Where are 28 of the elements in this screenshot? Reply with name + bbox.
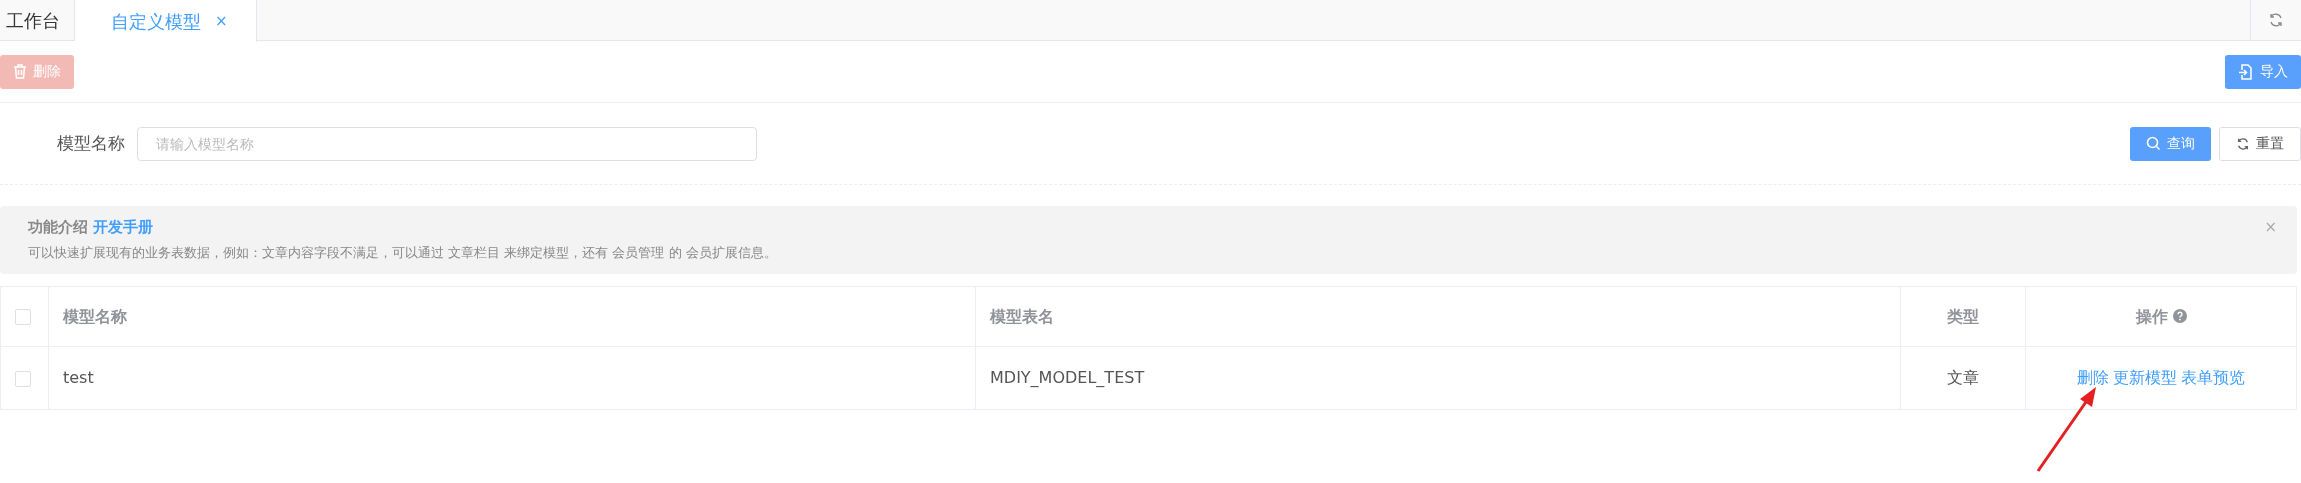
table-cell: 文章 [1947, 368, 1979, 387]
tab[interactable]: 自定义模型 × [75, 0, 257, 42]
refresh-icon [2236, 136, 2250, 151]
field-label: 模型名称 [57, 131, 125, 155]
import-button[interactable]: 导入 [2225, 54, 2301, 89]
close-icon[interactable]: × [2264, 216, 2277, 239]
refresh-icon[interactable] [2268, 12, 2284, 28]
column-header: 模型名称 [63, 306, 127, 326]
notice-text: 可以快速扩展现有的业务表数据，例如：文章内容字段不满足，可以通过 文章栏目 来绑定模型，还有 会员管理 的 会员扩展信息。 [28, 243, 778, 262]
action-link[interactable]: 删除 [2077, 368, 2109, 387]
notice-title: 功能介绍 [28, 218, 88, 236]
import-icon [2238, 63, 2254, 80]
checkbox[interactable] [15, 309, 31, 325]
reset-button[interactable]: 重置 [2219, 126, 2301, 161]
search-field[interactable]: 请输入模型名称 [137, 126, 757, 161]
action-link[interactable]: 更新模型 [2113, 368, 2177, 387]
manual-link[interactable]: 开发手册 [92, 218, 153, 236]
table-cell: MDIY_MODEL_TEST [990, 368, 1145, 387]
checkbox[interactable] [15, 370, 31, 387]
trash-icon [13, 64, 27, 79]
search-button[interactable]: 查询 [2130, 126, 2211, 161]
column-header: 操作 [2135, 306, 2168, 326]
close-icon[interactable]: × [215, 9, 228, 33]
column-header: 类型 [1947, 306, 1979, 326]
table-cell: test [63, 368, 94, 387]
search-icon [2146, 136, 2161, 151]
column-header: 模型表名 [990, 306, 1054, 326]
action-link[interactable]: 表单预览 [2181, 368, 2245, 387]
